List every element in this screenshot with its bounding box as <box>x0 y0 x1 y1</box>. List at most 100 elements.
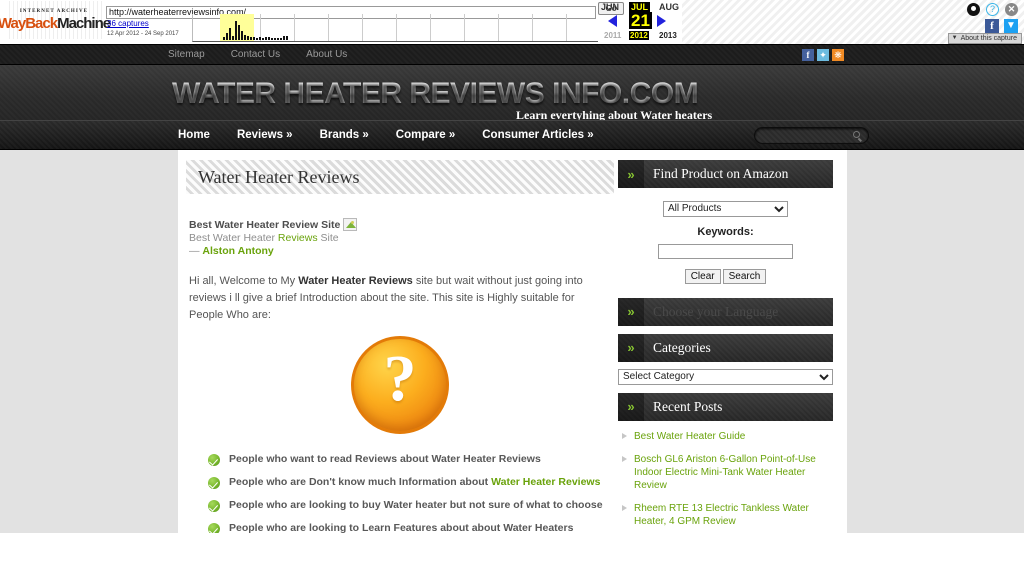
sparkline-bar <box>244 34 246 40</box>
topbar-link-contact-us[interactable]: Contact Us <box>231 49 280 60</box>
close-icon[interactable]: ✕ <box>1005 3 1018 16</box>
recent-post-link[interactable]: Best Water Heater Guide <box>634 430 745 443</box>
wayback-next-arrow-icon[interactable] <box>657 15 666 27</box>
widget-language-header: » Choose your Language <box>618 297 833 326</box>
lead-line-2: Best Water Heater Reviews Site <box>189 232 614 244</box>
chevron-right-icon: » <box>618 160 644 188</box>
search-button[interactable]: Search <box>722 268 767 284</box>
widget-categories-header: » Categories <box>618 333 833 362</box>
sparkline-bar <box>256 38 258 40</box>
author-name: Alston Antony <box>202 245 274 257</box>
sparkline-bar <box>271 38 273 40</box>
facebook-icon[interactable]: f <box>802 48 814 61</box>
list-item-label: People who are Don't know much Informati… <box>229 476 600 489</box>
author-dash: — <box>189 245 203 257</box>
search-icon[interactable] <box>853 131 860 138</box>
page-container: Water Heater Reviews Best Water Heater R… <box>178 150 847 533</box>
amazon-product-select[interactable]: All Products <box>663 200 788 217</box>
sparkline-bar <box>247 35 249 40</box>
search-input[interactable] <box>755 131 847 146</box>
lead-author-line: — Alston Antony <box>189 245 614 257</box>
sparkline-bar <box>253 37 255 40</box>
sparkline-bar <box>265 37 267 40</box>
wayback-year-next[interactable]: 2013 <box>659 31 677 40</box>
sparkline-bar <box>229 27 231 40</box>
wayback-word: WayBack <box>0 15 58 32</box>
widget-amazon-title: Find Product on Amazon <box>653 166 789 181</box>
arrow-right-icon <box>622 504 627 511</box>
question-mark-icon: ? <box>351 336 449 434</box>
lead-block: Best Water Heater Review Site Best Water… <box>186 218 614 257</box>
wayback-year-prev[interactable]: 2011 <box>604 31 621 40</box>
help-icon[interactable]: ? <box>986 3 999 16</box>
amazon-keywords-input[interactable] <box>658 243 793 259</box>
wayback-prev-arrow-icon[interactable] <box>608 15 617 27</box>
twitter-icon[interactable]: ✦ <box>817 48 829 61</box>
arrow-right-icon <box>622 432 627 439</box>
sparkline-bar <box>286 35 288 40</box>
category-select[interactable]: Select Category <box>618 368 833 385</box>
recent-post-link[interactable]: Bosch GL6 Ariston 6-Gallon Point-of-Use … <box>634 453 829 492</box>
nav-item-brands[interactable]: Brands » <box>320 129 369 141</box>
lead-line-2-link[interactable]: Reviews <box>278 232 318 244</box>
wayback-twitter-icon[interactable]: ▼ <box>1004 19 1018 33</box>
sparkline-bar <box>262 38 264 40</box>
main-nav-list: Home Reviews » Brands » Compare » Consum… <box>178 129 594 141</box>
nav-search-box[interactable] <box>754 127 869 146</box>
list-item-link[interactable]: Water Heater Reviews <box>491 476 600 488</box>
widget-amazon-header: » Find Product on Amazon <box>618 160 833 188</box>
site-title[interactable]: WATER HEATER REVIEWS INFO.COM <box>172 77 699 111</box>
amazon-keywords-label: Keywords: <box>697 225 754 238</box>
nav-item-compare[interactable]: Compare » <box>396 129 455 141</box>
topbar-link-sitemap[interactable]: Sitemap <box>168 49 205 60</box>
topbar-link-about-us[interactable]: About Us <box>306 49 347 60</box>
nav-item-home[interactable]: Home <box>178 129 210 141</box>
recent-post-link[interactable]: Rheem RTE 13 Electric Tankless Water Hea… <box>634 502 829 528</box>
check-circle-icon <box>208 477 220 489</box>
wayback-captures-link[interactable]: 36 captures <box>107 19 149 28</box>
site-banner: WATER HEATER REVIEWS INFO.COM Learn ever… <box>0 65 1024 120</box>
arrow-right-icon <box>622 455 627 462</box>
list-item: Best Water Heater Guide <box>622 430 829 443</box>
intro-paragraph: Hi all, Welcome to My Water Heater Revie… <box>186 273 600 324</box>
content-header: Water Heater Reviews <box>186 160 614 194</box>
check-circle-icon <box>208 454 220 466</box>
recent-posts-list: Best Water Heater Guide Bosch GL6 Aristo… <box>618 421 833 534</box>
list-item-text: People who want to read Reviews about Wa… <box>229 453 541 465</box>
lead-line-1: Best Water Heater Review Site <box>189 218 614 231</box>
sparkline-bar <box>238 25 240 40</box>
list-item: People who are looking to buy Water heat… <box>208 499 614 512</box>
wayback-facebook-icon[interactable]: f <box>985 19 999 33</box>
sparkline-bar <box>283 35 285 40</box>
chevron-right-icon: » <box>618 333 644 362</box>
sparkline-bar <box>259 37 261 40</box>
widget-categories-title: Categories <box>653 339 711 355</box>
list-item-label: People who are looking to buy Water heat… <box>229 499 603 512</box>
list-item: Rheem RTE 13 Electric Tankless Water Hea… <box>622 502 829 528</box>
wayback-month-prev[interactable]: JUN <box>601 2 619 12</box>
wayback-month-next[interactable]: AUG <box>659 2 679 12</box>
site-topbar: Sitemap Contact Us About Us f ✦ ❋ <box>0 45 1024 65</box>
widget-recent-posts: » Recent Posts Best Water Heater Guide B… <box>618 392 833 534</box>
list-item: People who are Don't know much Informati… <box>208 476 614 489</box>
widget-recent-posts-title: Recent Posts <box>653 398 723 414</box>
wayback-year-current: 2012 <box>629 31 649 40</box>
wayback-timeline-grid[interactable] <box>192 14 598 42</box>
widget-categories: » Categories Select Category <box>618 333 833 385</box>
list-item: Bosch GL6 Ariston 6-Gallon Point-of-Use … <box>622 453 829 492</box>
wayback-day-number: 21 <box>629 11 652 30</box>
chevron-right-icon: » <box>618 297 644 326</box>
internet-archive-logo[interactable]: INTERNET ARCHIVE WayBackMachine <box>0 1 111 39</box>
wayback-toolbar: INTERNET ARCHIVE WayBackMachine Go 36 ca… <box>0 0 1024 45</box>
rss-icon[interactable]: ❋ <box>832 48 844 61</box>
lead-line-2-post: Site <box>317 232 339 244</box>
about-this-capture-button[interactable]: About this capture <box>947 33 1022 44</box>
sparkline-bar <box>223 37 225 40</box>
question-mark-wrap: ? <box>186 336 614 439</box>
machine-word: Machine <box>57 15 111 32</box>
nav-item-reviews[interactable]: Reviews » <box>237 129 293 141</box>
clear-button[interactable]: Clear <box>684 268 721 284</box>
user-account-icon[interactable] <box>967 3 980 16</box>
nav-item-consumer-articles[interactable]: Consumer Articles » <box>482 129 593 141</box>
main-content: Water Heater Reviews Best Water Heater R… <box>186 160 614 533</box>
